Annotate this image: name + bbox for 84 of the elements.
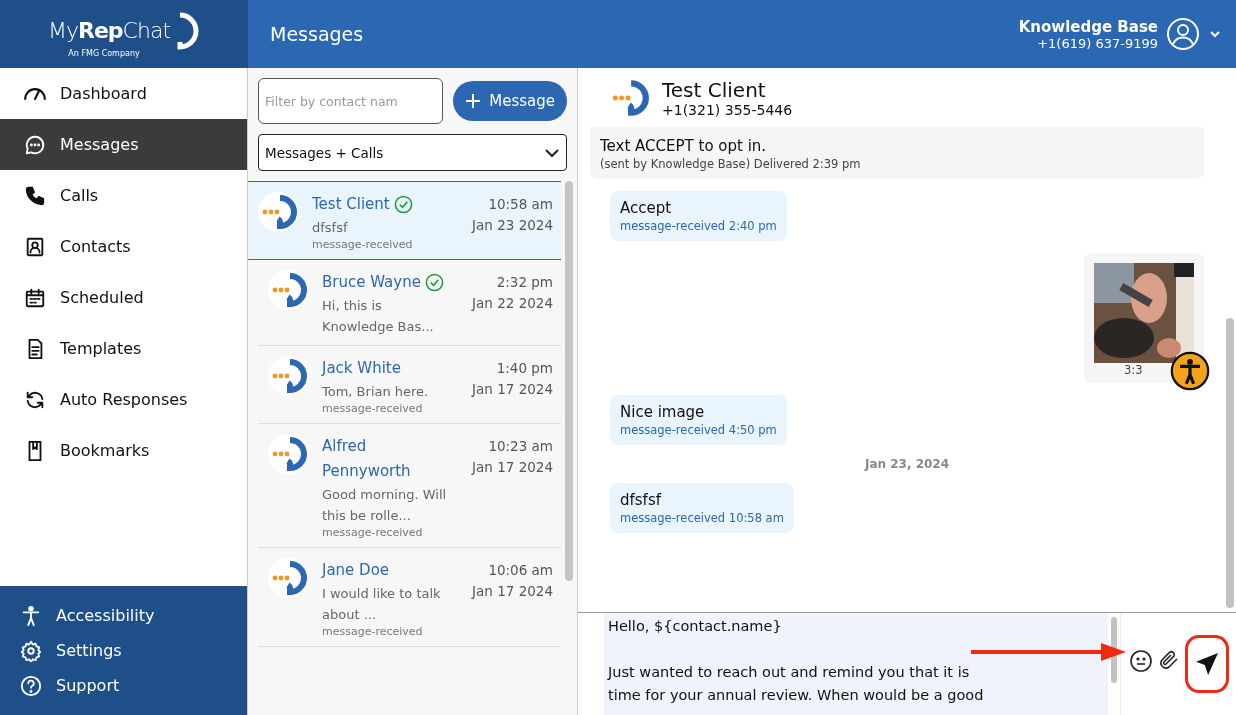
message-status: message-received	[322, 526, 424, 539]
chat-contact-name: Test Client	[662, 77, 767, 102]
message-preview: Good morning. Will this be rolle...	[322, 486, 447, 525]
plus-icon	[465, 93, 482, 109]
check-circle-icon	[424, 273, 444, 292]
message-time: 1:40 pm	[496, 359, 553, 378]
message-status: message-received	[322, 402, 424, 415]
message-date: Jan 17 2024	[472, 582, 553, 601]
message-date: Jan 17 2024	[472, 458, 553, 477]
message-time: 10:23 am	[488, 437, 553, 456]
logo-wordmark: MyRepChat	[47, 18, 170, 43]
message-status: message-received	[312, 238, 414, 251]
send-button[interactable]	[1185, 635, 1229, 693]
user-phone: +1(619) 637-9199	[1037, 35, 1158, 51]
chat-contact-phone: +1(321) 355-5446	[662, 101, 793, 118]
emoji-icon[interactable]	[1129, 649, 1153, 673]
scrollbar[interactable]	[1226, 318, 1234, 608]
nav-item[interactable]: Scheduled	[0, 272, 247, 323]
message-text: Accept	[620, 199, 673, 217]
contact-name: Jack White	[322, 358, 401, 379]
message-time: 10:06 am	[488, 561, 553, 580]
help-icon	[20, 674, 42, 697]
send-icon	[1196, 653, 1218, 675]
contact-row[interactable]: Jack White Tom, Brian here. message-received 1:40 pm Jan 17 2024	[258, 346, 561, 424]
message-text: dfsfsf	[620, 491, 663, 509]
filter-field[interactable]: Filter by contact nam	[258, 78, 444, 124]
message-date: Jan 17 2024	[472, 380, 553, 399]
message-text: Text ACCEPT to opt in.	[600, 137, 768, 155]
message-meta: message-received 10:58 am	[620, 511, 784, 525]
message-preview: dfsfsf	[312, 219, 349, 237]
date-divider: Jan 23, 2024	[864, 457, 950, 471]
avatar-icon	[268, 270, 308, 310]
page-title: Messages	[270, 23, 364, 45]
avatar-icon	[258, 192, 298, 232]
footer-nav-item[interactable]: Settings	[0, 633, 247, 668]
user-avatar-icon[interactable]	[1166, 17, 1200, 51]
phone-icon	[24, 184, 46, 207]
nav-item[interactable]: Contacts	[0, 221, 247, 272]
nav-item[interactable]: Messages	[0, 119, 247, 170]
contact-row[interactable]: Test Client dfsfsf message-received 10:58 am Jan 23 2024	[248, 181, 561, 260]
contact-card-icon	[24, 235, 46, 258]
contact-row[interactable]: Bruce Wayne Hi, this is Knowledge Bas... 2:32 pm Jan 22 2024	[258, 260, 561, 346]
nav-item[interactable]: Bookmarks	[0, 425, 247, 476]
nav-item[interactable]: Dashboard	[0, 68, 247, 119]
scrollbar[interactable]	[565, 181, 573, 581]
check-circle-icon	[393, 195, 413, 214]
message-time: 2:32 pm	[496, 273, 553, 292]
message-input[interactable]: Hello, ${contact.name} Just wanted to reach out and remind you that it is time for your annual review. When would be a good	[604, 613, 1108, 715]
message-preview: I would like to talk about ...	[322, 585, 442, 624]
nav-item[interactable]: Templates	[0, 323, 247, 374]
user-name: Knowledge Base	[1018, 17, 1158, 36]
contact-name: Alfred Pennyworth	[322, 436, 412, 482]
message-status: message-received	[322, 625, 424, 638]
contact-row[interactable]: Jane Doe I would like to talk about ... message-received 10:06 am Jan 17 2024	[258, 548, 561, 647]
nav-item[interactable]: Auto Responses	[0, 374, 247, 425]
message-preview: Hi, this is Knowledge Bas...	[322, 297, 435, 336]
logo-tagline: An FMG Company	[68, 48, 140, 58]
contact-name: Bruce Wayne	[322, 272, 421, 293]
message-preview: Tom, Brian here.	[322, 383, 430, 401]
message-meta: message-received 2:40 pm	[620, 219, 777, 233]
message-meta: (sent by Knowledge Base) Delivered 2:39 pm	[600, 157, 862, 171]
message-time: 10:58 am	[488, 195, 553, 214]
calendar-icon	[24, 286, 46, 309]
avatar-icon	[268, 558, 308, 598]
message-text: Nice image	[620, 403, 706, 421]
footer-nav-item[interactable]: Accessibility	[0, 598, 247, 633]
contact-name: Test Client	[312, 194, 390, 215]
avatar-icon	[268, 434, 308, 474]
nav-item[interactable]: Calls	[0, 170, 247, 221]
accessibility-icon[interactable]	[1170, 351, 1210, 391]
message-date: Jan 22 2024	[472, 294, 553, 313]
message-meta: 3:3	[1124, 363, 1143, 377]
contact-name: Jane Doe	[322, 560, 390, 581]
message-date: Jan 23 2024	[472, 216, 553, 235]
contact-row[interactable]: Alfred Pennyworth Good morning. Will this be rolle... message-received 10:23 am Jan 17 2024	[258, 424, 561, 548]
message-meta: message-received 4:50 pm	[620, 423, 777, 437]
speedometer-icon	[24, 87, 46, 100]
view-select[interactable]: Messages + Calls	[258, 134, 567, 171]
avatar-icon	[268, 356, 308, 396]
chat-bubble-icon	[24, 133, 46, 156]
gear-icon	[20, 639, 42, 662]
footer-nav-item[interactable]: Support	[0, 668, 247, 703]
person-icon	[20, 604, 42, 627]
new-message-button[interactable]: Message	[453, 81, 567, 121]
